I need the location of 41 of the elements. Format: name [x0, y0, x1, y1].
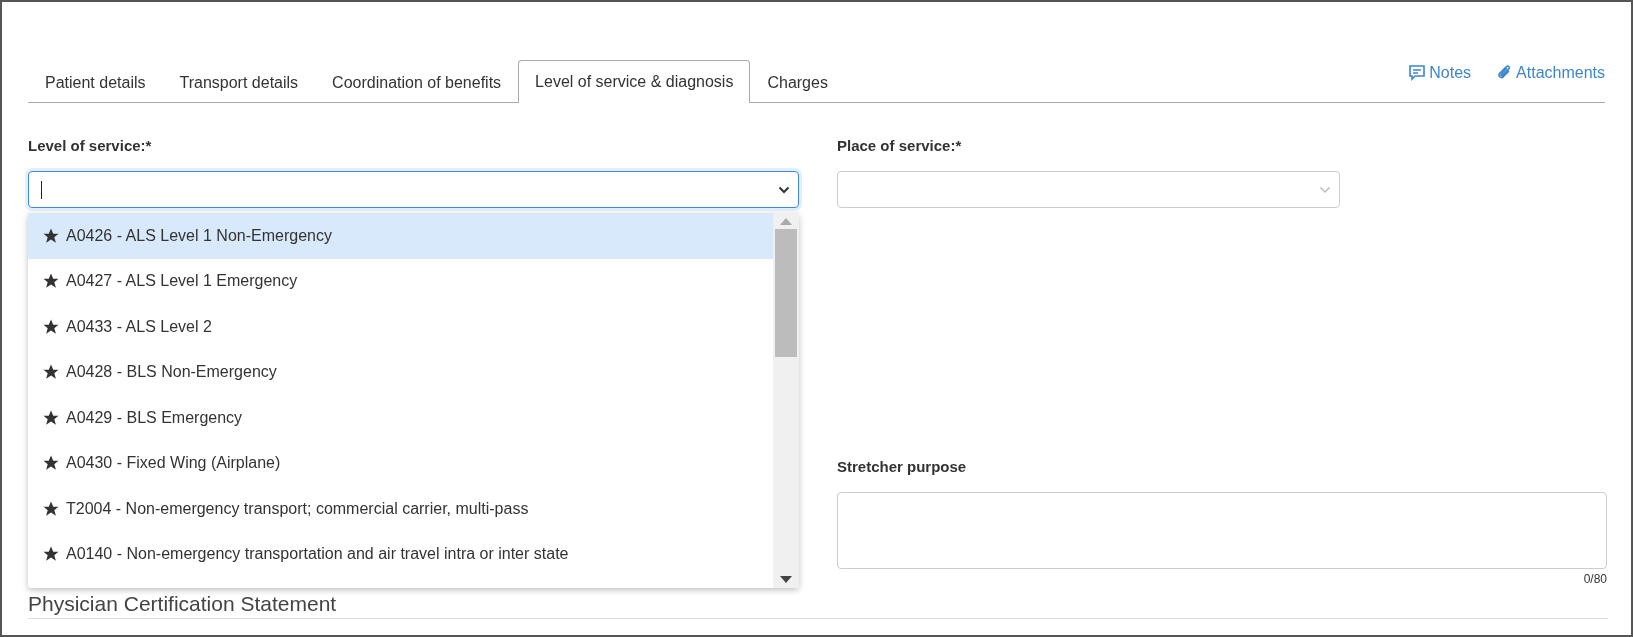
scroll-down-icon[interactable] — [780, 576, 792, 584]
chevron-down-icon — [1319, 186, 1331, 194]
dropdown-option[interactable]: A0428 - BLS Non-Emergency — [28, 349, 773, 395]
scroll-up-icon[interactable] — [780, 217, 792, 225]
option-label: A0429 - BLS Emergency — [66, 408, 243, 427]
dropdown-option[interactable]: A0427 - ALS Level 1 Emergency — [28, 258, 773, 304]
option-label: A0427 - ALS Level 1 Emergency — [66, 272, 298, 291]
star-icon — [42, 272, 60, 291]
tab[interactable]: Charges — [750, 61, 845, 103]
chevron-down-icon — [778, 186, 790, 194]
option-label: A0433 - ALS Level 2 — [66, 317, 212, 336]
option-label: T2004 - Non-emergency transport; commercial carrier, multi-pass — [66, 499, 529, 518]
star-icon — [42, 454, 60, 473]
tab[interactable]: Patient details — [28, 61, 163, 103]
dropdown-option[interactable]: A0429 - BLS Emergency — [28, 395, 773, 441]
tab[interactable]: Coordination of benefits — [315, 61, 519, 103]
stretcher-purpose-field[interactable] — [837, 492, 1607, 569]
tab[interactable]: Level of service & diagnosis — [518, 60, 751, 103]
dropdown-option[interactable]: A0430 - Fixed Wing (Airplane) — [28, 440, 773, 486]
option-label: A0428 - BLS Non-Emergency — [66, 363, 277, 382]
place-of-service-select[interactable] — [837, 171, 1340, 208]
option-label: A0140 - Non-emergency transportation and air travel intra or inter state — [66, 545, 569, 564]
tab[interactable]: Transport details — [162, 61, 316, 103]
dropdown-option[interactable]: A0426 - ALS Level 1 Non-Emergency — [28, 213, 773, 259]
dropdown-option[interactable]: A0433 - ALS Level 2 — [28, 304, 773, 350]
option-label: A0430 - Fixed Wing (Airplane) — [66, 454, 281, 473]
level-of-service-select[interactable] — [28, 171, 799, 208]
scrollbar[interactable] — [773, 213, 799, 588]
field-label: Level of service:* — [28, 137, 153, 156]
dropdown-option[interactable]: A0140 - Non-emergency transportation and air travel intra or inter state — [28, 531, 773, 577]
section-heading: Physician Certification Statement — [28, 592, 1608, 619]
option-label: A0426 - ALS Level 1 Non-Emergency — [66, 226, 332, 245]
field-label: Place of service:* — [837, 137, 963, 156]
star-icon — [42, 363, 60, 382]
field-label: Stretcher purpose — [837, 458, 968, 477]
attachments-link[interactable]: Attachments — [1497, 62, 1605, 84]
comment-icon — [1408, 64, 1427, 82]
character-counter: 0/80 — [1582, 572, 1607, 586]
notes-link[interactable]: Notes — [1408, 62, 1472, 84]
star-icon — [42, 545, 60, 564]
dropdown-option[interactable]: T2004 - Non-emergency transport; commercial carrier, multi-pass — [28, 486, 773, 532]
